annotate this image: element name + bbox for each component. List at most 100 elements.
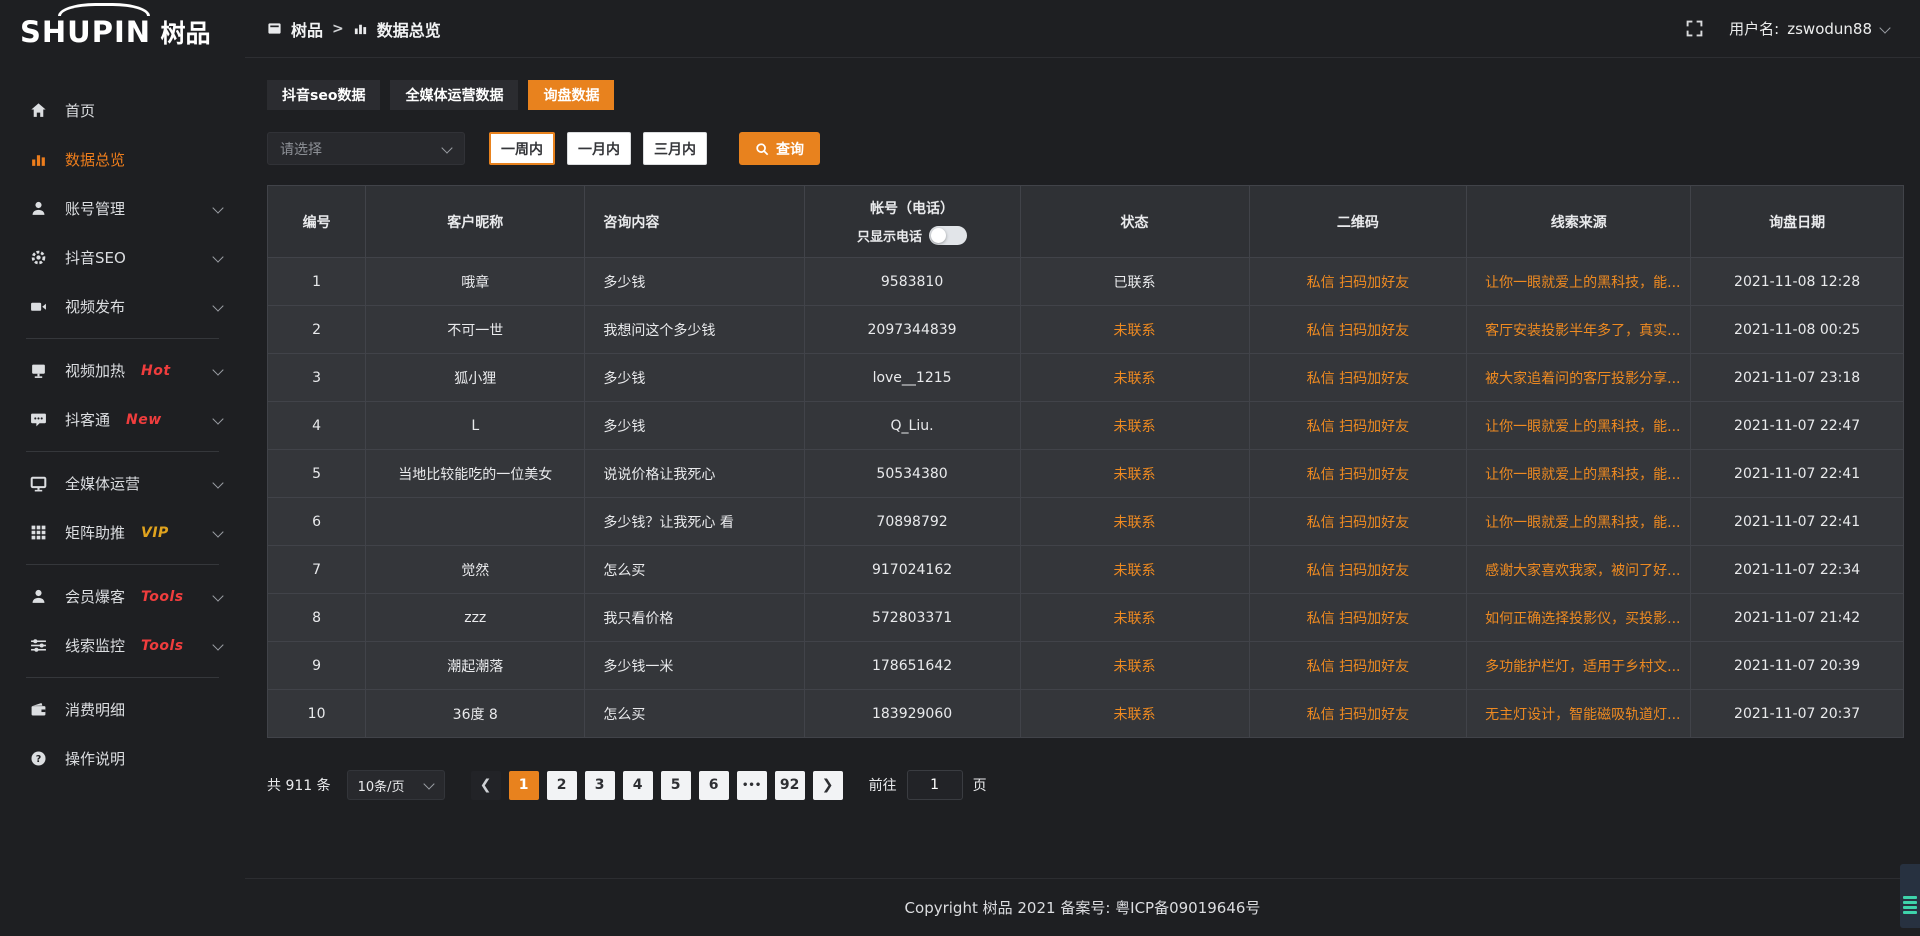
qr-add-friend-link[interactable]: 私信 扫码加好友 <box>1249 594 1467 642</box>
col-header-date: 询盘日期 <box>1691 186 1904 258</box>
lead-source-link[interactable]: 感谢大家喜欢我家，被问了好... <box>1467 546 1691 594</box>
sidebar-item-label: 线索监控 <box>65 635 125 656</box>
cell-index: 10 <box>268 690 366 738</box>
cell-nickname: 狐小狸 <box>366 354 585 402</box>
range-week-button[interactable]: 一周内 <box>489 132 555 165</box>
sidebar-divider <box>26 338 219 339</box>
cell-account: 178651642 <box>804 642 1020 690</box>
qr-add-friend-link[interactable]: 私信 扫码加好友 <box>1249 450 1467 498</box>
user-menu[interactable]: 用户名: zswodun88 <box>1729 18 1890 39</box>
qr-add-friend-link[interactable]: 私信 扫码加好友 <box>1249 498 1467 546</box>
sidebar-item-help[interactable]: ?操作说明 <box>0 734 245 783</box>
cell-index: 2 <box>268 306 366 354</box>
status-badge: 未联系 <box>1020 690 1249 738</box>
qr-add-friend-link[interactable]: 私信 扫码加好友 <box>1249 546 1467 594</box>
lead-source-link[interactable]: 被大家追着问的客厅投影分享... <box>1467 354 1691 402</box>
qr-add-friend-link[interactable]: 私信 扫码加好友 <box>1249 258 1467 306</box>
sidebar-item-member-burst[interactable]: 会员爆客Tools <box>0 572 245 621</box>
pagination: 共 911 条 10条/页 ❮ 123456•••92 ❯ 前往 页 <box>267 770 1904 800</box>
lead-source-link[interactable]: 如何正确选择投影仪，买投影... <box>1467 594 1691 642</box>
col-header-index: 编号 <box>268 186 366 258</box>
lead-source-link[interactable]: 客厅安装投影半年多了，真实... <box>1467 306 1691 354</box>
sidebar-item-label: 会员爆客 <box>65 586 125 607</box>
fullscreen-icon[interactable] <box>1686 20 1703 37</box>
tab-douyin-seo-data[interactable]: 抖音seo数据 <box>267 80 380 110</box>
goto-page-input[interactable] <box>907 770 963 800</box>
monitor-icon <box>30 362 50 379</box>
qr-add-friend-link[interactable]: 私信 扫码加好友 <box>1249 306 1467 354</box>
logo-brand-en: SHUPIN <box>20 15 151 49</box>
username-value: zswodun88 <box>1787 20 1872 38</box>
chevron-down-icon <box>213 415 223 425</box>
lead-source-link[interactable]: 让你一眼就爱上的黑科技，能... <box>1467 258 1691 306</box>
prev-page-button[interactable]: ❮ <box>471 771 501 800</box>
cell-nickname: L <box>366 402 585 450</box>
chevron-down-icon <box>213 528 223 538</box>
page-button-2[interactable]: 2 <box>547 771 577 800</box>
sidebar-item-media-operation[interactable]: 全媒体运营 <box>0 459 245 508</box>
content: 抖音seo数据 全媒体运营数据 询盘数据 请选择 一周内 一月内 三月内 查询 <box>245 58 1920 878</box>
cell-inquiry-content: 多少钱 <box>585 354 804 402</box>
cell-inquiry-date: 2021-11-08 12:28 <box>1691 258 1904 306</box>
cell-index: 5 <box>268 450 366 498</box>
cell-inquiry-date: 2021-11-07 20:39 <box>1691 642 1904 690</box>
goto-label: 前往 <box>869 775 897 795</box>
chevron-down-icon <box>213 204 223 214</box>
filter-select[interactable]: 请选择 <box>267 132 465 165</box>
phone-only-toggle[interactable] <box>929 226 967 245</box>
page-button-6[interactable]: 6 <box>699 771 729 800</box>
cell-index: 6 <box>268 498 366 546</box>
cell-inquiry-date: 2021-11-08 00:25 <box>1691 306 1904 354</box>
sidebar-item-account-manage[interactable]: 账号管理 <box>0 184 245 233</box>
range-month-button[interactable]: 一月内 <box>567 132 631 165</box>
chart-icon <box>30 151 50 168</box>
page-button-92[interactable]: 92 <box>775 771 805 800</box>
query-button[interactable]: 查询 <box>739 132 820 165</box>
table-row: 4L多少钱Q_Liu.未联系私信 扫码加好友让你一眼就爱上的黑科技，能...20… <box>268 402 1904 450</box>
range-group: 一周内 一月内 三月内 <box>489 132 707 165</box>
qr-add-friend-link[interactable]: 私信 扫码加好友 <box>1249 690 1467 738</box>
status-badge: 未联系 <box>1020 546 1249 594</box>
sidebar-item-label: 首页 <box>65 100 95 121</box>
tab-media-operation-data[interactable]: 全媒体运营数据 <box>390 80 518 110</box>
app-window-icon <box>267 21 282 36</box>
range-quarter-button[interactable]: 三月内 <box>643 132 707 165</box>
qr-add-friend-link[interactable]: 私信 扫码加好友 <box>1249 354 1467 402</box>
sidebar-item-clue-monitor[interactable]: 线索监控Tools <box>0 621 245 670</box>
qr-add-friend-link[interactable]: 私信 扫码加好友 <box>1249 402 1467 450</box>
page-button-3[interactable]: 3 <box>585 771 615 800</box>
sidebar-item-matrix-boost[interactable]: 矩阵助推VIP <box>0 508 245 557</box>
total-count: 共 911 条 <box>267 775 331 795</box>
page-ellipsis-button[interactable]: ••• <box>737 771 767 800</box>
cell-nickname: 觉然 <box>366 546 585 594</box>
tab-inquiry-data[interactable]: 询盘数据 <box>528 80 614 110</box>
chevron-down-icon <box>442 144 452 154</box>
cell-inquiry-content: 多少钱一米 <box>585 642 804 690</box>
filter-select-placeholder: 请选择 <box>280 139 322 159</box>
lead-source-link[interactable]: 让你一眼就爱上的黑科技，能... <box>1467 498 1691 546</box>
sidebar-item-data-overview[interactable]: 数据总览 <box>0 135 245 184</box>
page-size-select[interactable]: 10条/页 <box>347 770 445 800</box>
sidebar-item-consume-detail[interactable]: 消费明细 <box>0 685 245 734</box>
page-button-4[interactable]: 4 <box>623 771 653 800</box>
breadcrumb-separator: > <box>332 21 344 37</box>
user-icon <box>30 200 50 217</box>
lead-source-link[interactable]: 让你一眼就爱上的黑科技，能... <box>1467 450 1691 498</box>
page-button-1[interactable]: 1 <box>509 771 539 800</box>
lead-source-link[interactable]: 无主灯设计，智能磁吸轨道灯... <box>1467 690 1691 738</box>
qr-add-friend-link[interactable]: 私信 扫码加好友 <box>1249 642 1467 690</box>
floating-widget[interactable] <box>1900 864 1920 928</box>
sidebar-item-home[interactable]: 首页 <box>0 86 245 135</box>
page-button-5[interactable]: 5 <box>661 771 691 800</box>
sidebar-item-douketong[interactable]: 抖客通New <box>0 395 245 444</box>
next-page-button[interactable]: ❯ <box>813 771 843 800</box>
breadcrumb-item-home[interactable]: 树品 <box>291 17 323 41</box>
sidebar-divider <box>26 564 219 565</box>
lead-source-link[interactable]: 多功能护栏灯，适用于乡村文... <box>1467 642 1691 690</box>
sidebar-item-video-publish[interactable]: 视频发布 <box>0 282 245 331</box>
chevron-down-icon <box>213 366 223 376</box>
lead-source-link[interactable]: 让你一眼就爱上的黑科技，能... <box>1467 402 1691 450</box>
sidebar-item-video-heat[interactable]: 视频加热Hot <box>0 346 245 395</box>
status-badge: 未联系 <box>1020 498 1249 546</box>
sidebar-item-douyin-seo[interactable]: 抖音SEO <box>0 233 245 282</box>
